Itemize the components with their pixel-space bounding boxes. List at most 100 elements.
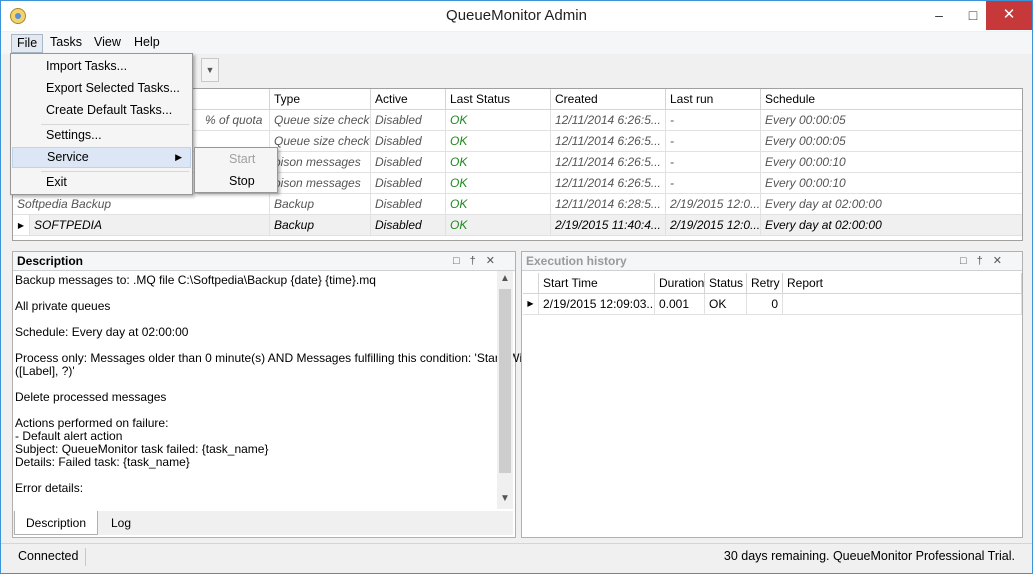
menu-tasks[interactable]: Tasks (45, 34, 87, 53)
menu-settings[interactable]: Settings... (12, 125, 191, 146)
grid-cell-status[interactable]: OK (446, 152, 551, 173)
history-header-duration[interactable]: Duration (655, 273, 705, 294)
grid-cell-created[interactable]: 12/11/2014 6:26:5... (551, 110, 666, 131)
grid-cell-last-run[interactable]: 2/19/2015 12:0... (666, 194, 761, 215)
close-icon[interactable]: ✕ (986, 1, 1032, 30)
grid-cell-status[interactable]: OK (446, 215, 551, 236)
history-cell-report[interactable] (783, 294, 1022, 315)
history-cell-duration[interactable]: 0.001 (655, 294, 705, 315)
menu-help[interactable]: Help (129, 34, 165, 53)
menu-service[interactable]: Service ▶ (12, 147, 191, 168)
grid-cell-active[interactable]: Disabled (371, 215, 446, 236)
file-menu: Import Tasks... Export Selected Tasks...… (10, 53, 193, 195)
row-indicator-icon: ▶ (523, 294, 539, 315)
grid-header-created[interactable]: Created (551, 89, 666, 110)
grid-cell-active[interactable]: Disabled (371, 152, 446, 173)
grid-cell-created[interactable]: 12/11/2014 6:26:5... (551, 131, 666, 152)
execution-history-panel: Execution history □†✕ Start Time Duratio… (521, 251, 1023, 538)
toolbar-dropdown-arrow[interactable]: ▼ (201, 58, 219, 82)
grid-cell-schedule[interactable]: Every 00:00:10 (761, 173, 1022, 194)
history-header-report[interactable]: Report (783, 273, 1022, 294)
grid-cell-schedule[interactable]: Every 00:00:05 (761, 110, 1022, 131)
submenu-stop[interactable]: Stop (196, 171, 276, 192)
description-line: Delete processed messages (15, 390, 167, 404)
grid-cell-active[interactable]: Disabled (371, 110, 446, 131)
menu-create-default-tasks[interactable]: Create Default Tasks... (12, 100, 191, 121)
grid-cell-last-run[interactable]: - (666, 131, 761, 152)
menu-file[interactable]: File (11, 34, 44, 53)
history-cell-retry[interactable]: 0 (747, 294, 783, 315)
grid-cell-type[interactable]: oison messages (270, 152, 371, 173)
grid-cell-name[interactable]: SOFTPEDIA (30, 215, 270, 236)
tab-log[interactable]: Log (100, 511, 142, 535)
grid-cell-schedule[interactable]: Every 00:00:10 (761, 152, 1022, 173)
grid-header-last-run[interactable]: Last run (666, 89, 761, 110)
history-header-status[interactable]: Status (705, 273, 747, 294)
close-icon[interactable]: ✕ (993, 255, 1012, 267)
description-line: Details: Failed task: {task_name} (15, 455, 190, 469)
grid-cell-name[interactable]: Softpedia Backup (13, 194, 270, 215)
title-bar: QueueMonitor Admin – □ ✕ (1, 1, 1032, 31)
grid-header-active[interactable]: Active (371, 89, 446, 110)
description-line: Error details: (15, 481, 84, 495)
status-bar: Connected 30 days remaining. QueueMonito… (1, 543, 1032, 573)
app-window: QueueMonitor Admin – □ ✕ File Tasks View… (0, 0, 1033, 574)
panel-controls: □†✕ (453, 252, 505, 271)
grid-cell-last-run[interactable]: - (666, 173, 761, 194)
grid-cell-type[interactable]: Queue size check (270, 131, 371, 152)
restore-icon[interactable]: □ (960, 255, 977, 267)
grid-cell-active[interactable]: Disabled (371, 194, 446, 215)
grid-cell-status[interactable]: OK (446, 194, 551, 215)
tab-description[interactable]: Description (14, 511, 99, 535)
grid-cell-schedule[interactable]: Every 00:00:05 (761, 131, 1022, 152)
grid-header-type[interactable]: Type (270, 89, 371, 110)
menu-import-tasks[interactable]: Import Tasks... (12, 56, 191, 77)
description-line: All private queues (15, 299, 111, 313)
restore-icon[interactable]: □ (453, 255, 470, 267)
grid-cell-created[interactable]: 2/19/2015 11:40:4... (551, 215, 666, 236)
submenu-start[interactable]: Start (196, 149, 276, 170)
grid-cell-active[interactable]: Disabled (371, 173, 446, 194)
description-line: ([Label], ?)' (15, 364, 75, 378)
grid-cell-last-run[interactable]: - (666, 152, 761, 173)
grid-cell-schedule[interactable]: Every day at 02:00:00 (761, 215, 1022, 236)
history-cell-status[interactable]: OK (705, 294, 747, 315)
submenu-arrow-icon: ▶ (175, 152, 182, 162)
history-cell-start[interactable]: 2/19/2015 12:09:03... (539, 294, 655, 315)
grid-cell-created[interactable]: 12/11/2014 6:26:5... (551, 152, 666, 173)
window-title: QueueMonitor Admin (446, 7, 587, 24)
close-icon[interactable]: ✕ (486, 255, 505, 267)
history-header-retry[interactable]: Retry (747, 273, 783, 294)
description-panel-title: Description (13, 252, 515, 271)
scroll-down-icon[interactable]: ▼ (497, 493, 513, 504)
grid-header-schedule[interactable]: Schedule (761, 89, 1022, 110)
pin-icon[interactable]: † (470, 255, 486, 267)
menu-view[interactable]: View (89, 34, 126, 53)
grid-cell-type[interactable]: Backup (270, 194, 371, 215)
description-scrollbar[interactable]: ▲ ▼ (497, 271, 513, 509)
grid-cell-created[interactable]: 12/11/2014 6:26:5... (551, 173, 666, 194)
grid-cell-schedule[interactable]: Every day at 02:00:00 (761, 194, 1022, 215)
grid-cell-active[interactable]: Disabled (371, 131, 446, 152)
menu-export-selected-tasks[interactable]: Export Selected Tasks... (12, 78, 191, 99)
grid-cell-status[interactable]: OK (446, 110, 551, 131)
grid-cell-created[interactable]: 12/11/2014 6:28:5... (551, 194, 666, 215)
description-tabs: Description Log (13, 511, 513, 535)
history-header-indicator (523, 273, 539, 294)
grid-cell-last-run[interactable]: 2/19/2015 12:0... (666, 215, 761, 236)
grid-cell-type[interactable]: Backup (270, 215, 371, 236)
description-line: Backup messages to: .MQ file C:\Softpedi… (15, 273, 376, 287)
execution-history-title: Execution history (522, 252, 1022, 271)
scroll-up-icon[interactable]: ▲ (497, 273, 513, 284)
grid-cell-status[interactable]: OK (446, 131, 551, 152)
scroll-thumb[interactable] (499, 289, 511, 473)
description-line: Schedule: Every day at 02:00:00 (15, 325, 189, 339)
grid-header-last-status[interactable]: Last Status (446, 89, 551, 110)
grid-cell-type[interactable]: oison messages (270, 173, 371, 194)
grid-cell-last-run[interactable]: - (666, 110, 761, 131)
history-header-start-time[interactable]: Start Time (539, 273, 655, 294)
menu-exit[interactable]: Exit (12, 172, 191, 193)
grid-cell-type[interactable]: Queue size check (270, 110, 371, 131)
grid-cell-status[interactable]: OK (446, 173, 551, 194)
pin-icon[interactable]: † (977, 255, 993, 267)
